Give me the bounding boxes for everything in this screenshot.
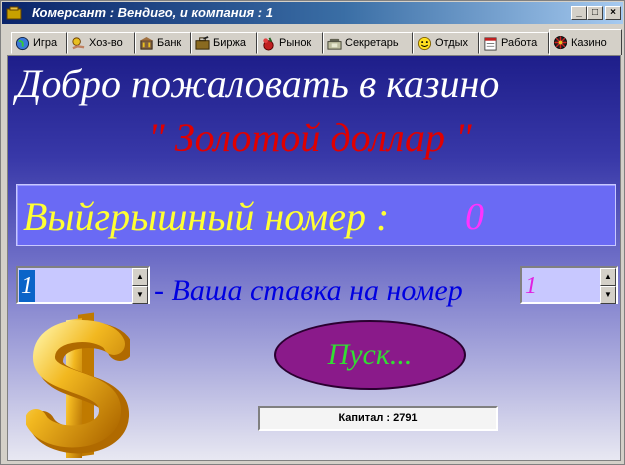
tab-label-market: Рынок bbox=[279, 37, 312, 49]
tab-label-work: Работа bbox=[501, 37, 538, 49]
tab-exchange[interactable]: Биржа bbox=[191, 32, 257, 54]
tab-work[interactable]: Работа bbox=[479, 32, 549, 54]
stake-value[interactable]: 1 bbox=[19, 270, 35, 302]
tab-label-leisure: Отдых bbox=[435, 37, 469, 49]
stake-spin-buttons: ▲ ▼ bbox=[132, 268, 148, 304]
start-button[interactable]: Пуск... bbox=[274, 320, 466, 390]
stake-down-button[interactable]: ▼ bbox=[132, 286, 148, 304]
hand-coins-icon bbox=[72, 36, 85, 49]
title-bar[interactable]: Комерсант : Вендиго, и компания : 1 _ □ … bbox=[2, 2, 623, 24]
globe-icon bbox=[15, 36, 30, 50]
gold-dollar-icon bbox=[26, 312, 130, 458]
casino-panel: Добро пожаловать в казино " Золотой долл… bbox=[7, 55, 621, 461]
tab-casino[interactable]: Казино bbox=[549, 29, 622, 55]
maximize-button[interactable]: □ bbox=[587, 6, 603, 20]
stake-spinner[interactable]: 1 ▲ ▼ bbox=[16, 266, 150, 304]
tab-label-household: Хоз-во bbox=[89, 37, 123, 49]
calendar-icon bbox=[484, 36, 497, 51]
tab-label-bank: Банк bbox=[157, 37, 182, 49]
phone-icon bbox=[327, 38, 342, 50]
stake-up-button[interactable]: ▲ bbox=[132, 268, 148, 286]
app-icon bbox=[6, 6, 22, 20]
close-button[interactable]: × bbox=[605, 6, 621, 20]
bet-down-button[interactable]: ▼ bbox=[600, 286, 616, 304]
tab-bank[interactable]: Банк bbox=[135, 32, 191, 54]
tab-household[interactable]: Хоз-во bbox=[67, 32, 135, 54]
tab-leisure[interactable]: Отдых bbox=[413, 32, 479, 54]
tab-secretary[interactable]: Секретарь bbox=[323, 32, 413, 54]
tab-label-exchange: Биржа bbox=[213, 37, 246, 49]
roulette-icon bbox=[553, 35, 568, 50]
briefcase-icon bbox=[195, 35, 210, 50]
tab-label-game: Игра bbox=[33, 37, 58, 49]
welcome-heading: Добро пожаловать в казино bbox=[16, 61, 500, 106]
bet-spin-buttons: ▲ ▼ bbox=[600, 268, 616, 304]
casino-name: " Золотой доллар " bbox=[148, 115, 472, 160]
bet-on-number-label: - Ваша ставка на номер bbox=[154, 274, 463, 307]
smiley-icon bbox=[417, 36, 432, 50]
bet-up-button[interactable]: ▲ bbox=[600, 268, 616, 286]
capital-display: Капитал : 2791 bbox=[258, 406, 498, 431]
bet-number-spinner[interactable]: 1 ▲ ▼ bbox=[520, 266, 618, 304]
tab-game[interactable]: Игра bbox=[11, 32, 67, 54]
winning-number-label: Выйгрышный номер : bbox=[23, 194, 390, 239]
market-bag-icon bbox=[263, 36, 274, 51]
bet-number-value[interactable]: 1 bbox=[523, 270, 539, 302]
minimize-button[interactable]: _ bbox=[571, 6, 587, 20]
start-button-label: Пуск... bbox=[327, 338, 413, 371]
bank-icon bbox=[139, 36, 154, 50]
tab-market[interactable]: Рынок bbox=[257, 32, 323, 54]
tab-strip: Игра Хоз-во Банк Биржа Рынок Секретарь О… bbox=[3, 29, 622, 55]
tab-label-secretary: Секретарь bbox=[345, 37, 399, 49]
winning-number-value: 0 bbox=[465, 196, 484, 238]
tab-label-casino: Казино bbox=[571, 36, 607, 49]
window-title: Комерсант : Вендиго, и компания : 1 bbox=[32, 5, 273, 20]
winning-number-panel: Выйгрышный номер : 0 bbox=[16, 184, 616, 246]
app-window: Комерсант : Вендиго, и компания : 1 _ □ … bbox=[0, 0, 625, 465]
